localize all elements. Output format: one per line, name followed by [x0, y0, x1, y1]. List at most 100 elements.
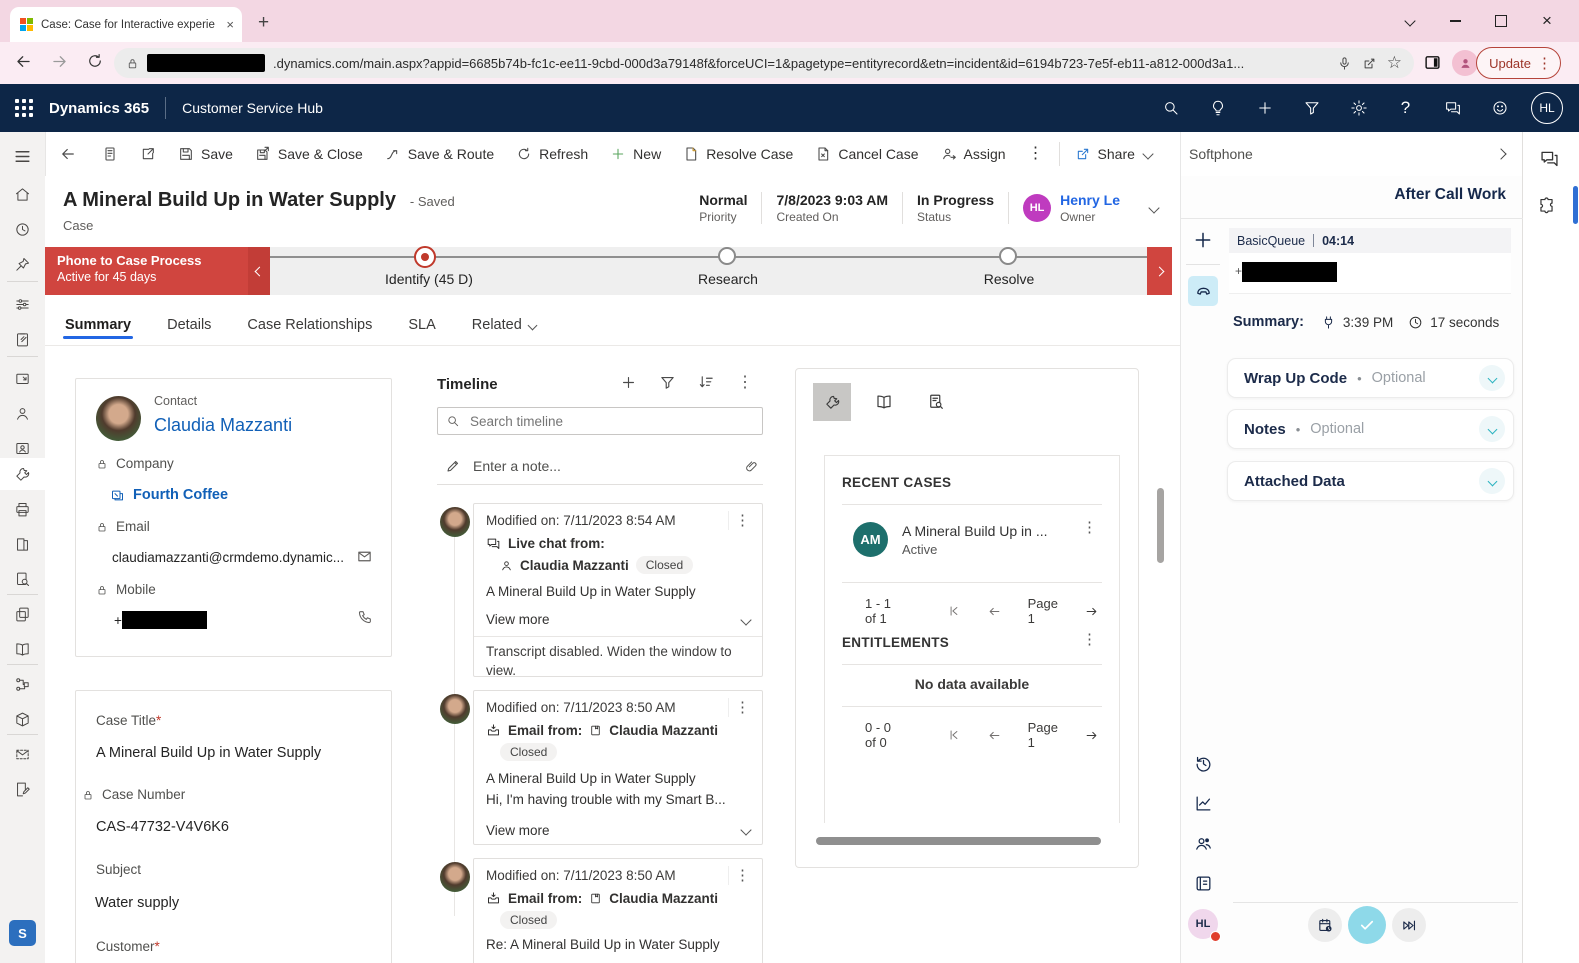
bpf-next-icon[interactable]: [1147, 247, 1172, 295]
prev-page-icon[interactable]: [987, 604, 1002, 619]
accounts-icon[interactable]: [0, 362, 45, 394]
tab-details[interactable]: Details: [167, 317, 211, 345]
browser-update-button[interactable]: Update ⋮: [1476, 47, 1561, 79]
entry-person[interactable]: Claudia Mazzanti: [520, 558, 629, 573]
recent-case-more-icon[interactable]: ⋮: [1082, 520, 1097, 535]
recent-case-row[interactable]: AM A Mineral Build Up in ... Active: [853, 522, 1048, 557]
window-close-icon[interactable]: ×: [1524, 0, 1570, 42]
timeline-search[interactable]: [437, 407, 763, 435]
entry-subject[interactable]: A Mineral Build Up in Water Supply: [486, 584, 750, 599]
timeline-entry[interactable]: Modified on: 7/11/2023 8:54 AM⋮ Live cha…: [473, 503, 763, 677]
horizontal-scrollbar[interactable]: [816, 837, 1101, 845]
chevron-down-icon[interactable]: [1479, 468, 1505, 494]
chevron-down-icon[interactable]: [1479, 416, 1505, 442]
filter-icon[interactable]: [1288, 84, 1335, 132]
expand-entry-icon[interactable]: [740, 614, 751, 625]
main-scrollbar[interactable]: [1157, 488, 1164, 563]
email-value[interactable]: claudiamazzanti@crmdemo.dynamic...: [112, 550, 344, 565]
tab-sla[interactable]: SLA: [408, 317, 435, 345]
sitemap-toggle-icon[interactable]: [0, 140, 45, 172]
bpf-stage-resolve-label[interactable]: Resolve: [984, 271, 1035, 287]
brand-title[interactable]: Dynamics 365: [49, 100, 149, 117]
activities-icon[interactable]: [0, 323, 45, 355]
wrap-up-code-section[interactable]: Wrap Up Code • Optional: [1227, 358, 1514, 398]
save-close-button[interactable]: Save & Close: [244, 132, 374, 176]
expand-entry-icon[interactable]: [740, 825, 751, 836]
contacts-icon[interactable]: [0, 397, 45, 429]
case-title-value[interactable]: A Mineral Build Up in Water Supply: [96, 745, 321, 761]
teams-chat-icon[interactable]: [1539, 148, 1560, 172]
area-switcher-button[interactable]: S: [9, 920, 36, 946]
timeline-entry[interactable]: Modified on: 7/11/2023 8:50 AM⋮ Email fr…: [473, 858, 763, 963]
help-icon[interactable]: ?: [1382, 84, 1429, 132]
timeline-filter-icon[interactable]: [659, 374, 676, 391]
timeline-add-icon[interactable]: [620, 374, 637, 391]
address-bar[interactable]: .dynamics.com/main.aspx?appid=6685b74b-f…: [114, 48, 1414, 78]
notes-section[interactable]: Notes • Optional: [1227, 409, 1514, 449]
entry-subject[interactable]: Re: A Mineral Build Up in Water Supply: [486, 937, 750, 952]
related-tab-knowledge-icon[interactable]: [865, 383, 903, 421]
save-route-button[interactable]: Save & Route: [374, 132, 505, 176]
smiley-icon[interactable]: [1476, 84, 1523, 132]
plus-icon[interactable]: [1241, 84, 1288, 132]
note-composer[interactable]: Enter a note...: [437, 448, 763, 485]
owner-field[interactable]: HL Henry Le Owner: [1008, 192, 1134, 224]
journal-icon[interactable]: [1192, 872, 1214, 894]
save-button[interactable]: Save: [167, 132, 244, 176]
tab-case-relationships[interactable]: Case Relationships: [247, 317, 372, 345]
entry-more-icon[interactable]: ⋮: [728, 698, 756, 717]
new-tab-button[interactable]: +: [258, 12, 269, 34]
view-more-link[interactable]: View more: [486, 823, 550, 838]
more-commands-icon[interactable]: ⋮: [1017, 132, 1055, 176]
schedule-callback-button[interactable]: [1308, 908, 1342, 942]
pinned-icon[interactable]: [0, 248, 45, 280]
browser-profile-avatar[interactable]: [1452, 50, 1478, 76]
popout-icon[interactable]: [129, 132, 167, 176]
agent-dashboard-icon[interactable]: [0, 288, 45, 320]
share-button[interactable]: Share: [1064, 132, 1163, 176]
prev-page-icon[interactable]: [987, 728, 1002, 743]
panel-scrollbar[interactable]: [1573, 186, 1578, 224]
company-link[interactable]: Fourth Coffee: [133, 487, 228, 503]
cancel-case-button[interactable]: Cancel Case: [804, 132, 929, 176]
task-list-icon[interactable]: [91, 132, 129, 176]
call-phone-icon[interactable]: [357, 609, 373, 628]
knowledge-articles-icon[interactable]: [0, 528, 45, 560]
window-minimize-icon[interactable]: [1432, 0, 1478, 42]
home-icon[interactable]: [0, 178, 45, 210]
window-maximize-icon[interactable]: [1478, 0, 1524, 42]
agents-icon[interactable]: [1192, 832, 1214, 854]
browser-back-icon[interactable]: [14, 52, 33, 74]
paperclip-icon[interactable]: [744, 459, 759, 474]
bpf-active-stage-block[interactable]: Phone to Case Process Active for 45 days: [45, 247, 248, 295]
complete-acw-button[interactable]: [1348, 906, 1386, 944]
timeline-entry[interactable]: Modified on: 7/11/2023 8:50 AM⋮ Email fr…: [473, 690, 763, 845]
entitlements-more-icon[interactable]: ⋮: [1082, 632, 1097, 647]
knowledge-search-icon[interactable]: [0, 563, 45, 595]
window-chevron-icon[interactable]: [1387, 0, 1433, 42]
header-expand-icon[interactable]: [1148, 202, 1159, 213]
search-icon[interactable]: [1147, 84, 1194, 132]
connector-puzzle-icon[interactable]: [1537, 196, 1556, 218]
recent-case-name[interactable]: A Mineral Build Up in ...: [902, 523, 1048, 539]
app-name[interactable]: Customer Service Hub: [182, 100, 323, 116]
analytics-icon[interactable]: [1192, 792, 1214, 814]
lightbulb-icon[interactable]: [1194, 84, 1241, 132]
timeline-sort-icon[interactable]: [698, 374, 715, 391]
recent-icon[interactable]: [0, 213, 45, 245]
entry-person[interactable]: Claudia Mazzanti: [609, 891, 718, 906]
back-button[interactable]: [45, 132, 91, 176]
entry-more-icon[interactable]: ⋮: [728, 866, 756, 885]
mobile-value[interactable]: +: [114, 611, 207, 629]
next-page-icon[interactable]: [1084, 728, 1099, 743]
mic-icon[interactable]: [1337, 56, 1352, 71]
owner-name[interactable]: Henry Le: [1060, 192, 1120, 208]
contact-photo[interactable]: [96, 396, 141, 441]
subject-value[interactable]: Water supply: [95, 895, 179, 911]
share-icon[interactable]: [1362, 56, 1377, 71]
view-more-link[interactable]: View more: [486, 612, 550, 627]
document-edit-icon[interactable]: [0, 773, 45, 805]
browser-menu-icon[interactable]: ⋮: [1537, 56, 1552, 71]
next-page-icon[interactable]: [1084, 604, 1099, 619]
bpf-prev-icon[interactable]: [248, 247, 270, 295]
